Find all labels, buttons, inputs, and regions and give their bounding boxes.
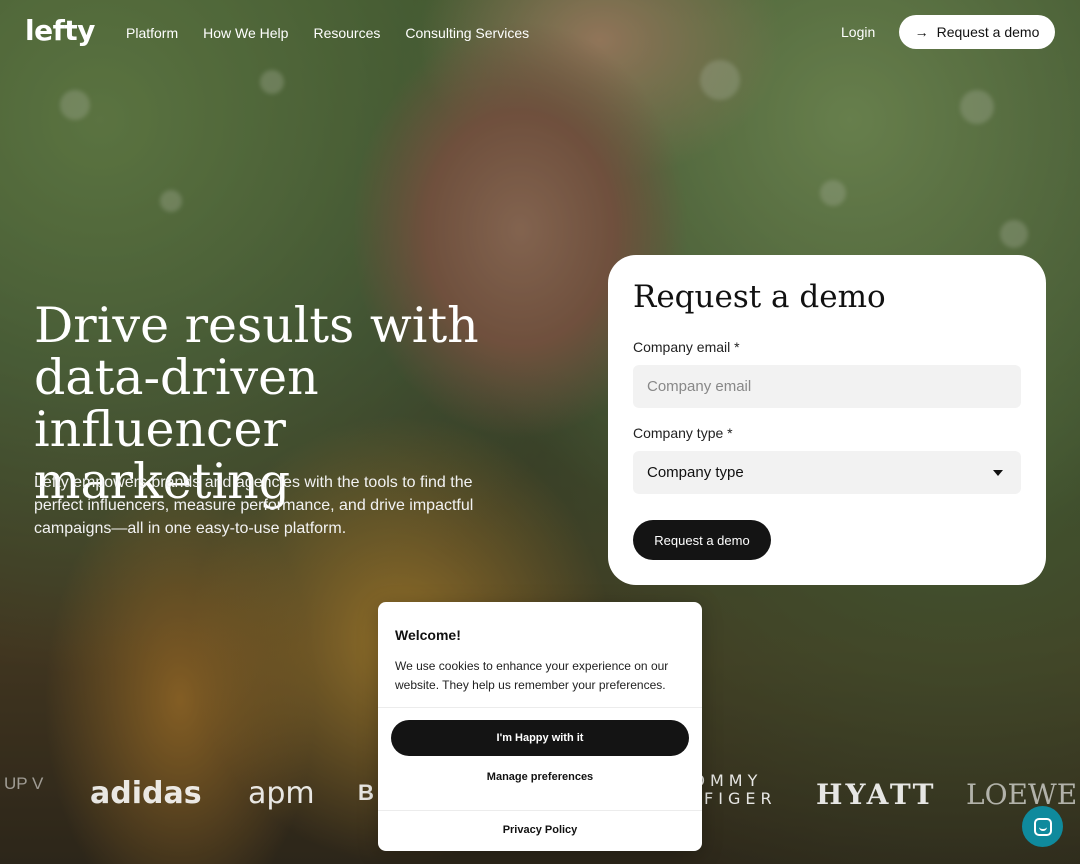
brand-logo-adidas: adidas bbox=[90, 776, 202, 811]
brand-logo-hyatt: HYATT bbox=[816, 778, 937, 811]
nav-link-how-we-help[interactable]: How We Help bbox=[203, 25, 288, 41]
company-type-value: Company type bbox=[647, 464, 744, 481]
caret-down-icon bbox=[993, 469, 1003, 476]
privacy-policy-link[interactable]: Privacy Policy bbox=[378, 824, 702, 836]
top-nav: lefty Platform How We Help Resources Con… bbox=[0, 0, 1080, 64]
company-email-input[interactable] bbox=[633, 365, 1021, 408]
arrow-right-icon: → bbox=[914, 24, 929, 40]
request-demo-card: Request a demo Company email * Company t… bbox=[608, 255, 1046, 585]
brand-logo-b: B bbox=[358, 780, 374, 805]
cookie-title: Welcome! bbox=[395, 627, 461, 643]
nav-link-platform[interactable]: Platform bbox=[126, 25, 178, 41]
cookie-divider bbox=[378, 707, 702, 708]
cookie-consent-popup: Welcome! We use cookies to enhance your … bbox=[378, 602, 702, 851]
request-demo-submit-button[interactable]: Request a demo bbox=[633, 520, 771, 560]
company-email-label: Company email * bbox=[633, 339, 740, 355]
cookie-divider bbox=[378, 810, 702, 811]
cookie-accept-button[interactable]: I'm Happy with it bbox=[391, 720, 689, 756]
brand-logo-apm: apm bbox=[248, 776, 315, 811]
request-demo-title: Request a demo bbox=[633, 279, 886, 315]
brand-logo-loewe: LOEWE bbox=[966, 778, 1078, 811]
nav-link-consulting-services[interactable]: Consulting Services bbox=[405, 25, 529, 41]
nav-request-demo-button[interactable]: → Request a demo bbox=[899, 15, 1055, 49]
hero-subtitle: Lefty empowers brands and agencies with … bbox=[34, 474, 474, 537]
brand-logo-partial: UP VER bbox=[4, 776, 44, 792]
chat-icon bbox=[1033, 817, 1052, 836]
nav-request-demo-label: Request a demo bbox=[936, 24, 1040, 40]
chat-launcher-button[interactable] bbox=[1022, 806, 1063, 847]
company-type-select[interactable]: Company type bbox=[633, 451, 1021, 494]
lefty-logo[interactable]: lefty bbox=[25, 14, 95, 47]
cookie-manage-preferences-button[interactable]: Manage preferences bbox=[378, 771, 702, 783]
nav-links: Platform How We Help Resources Consultin… bbox=[126, 25, 529, 41]
login-link[interactable]: Login bbox=[841, 24, 875, 40]
cookie-text: We use cookies to enhance your experienc… bbox=[395, 659, 669, 692]
company-type-label: Company type * bbox=[633, 425, 733, 441]
nav-link-resources[interactable]: Resources bbox=[313, 25, 380, 41]
